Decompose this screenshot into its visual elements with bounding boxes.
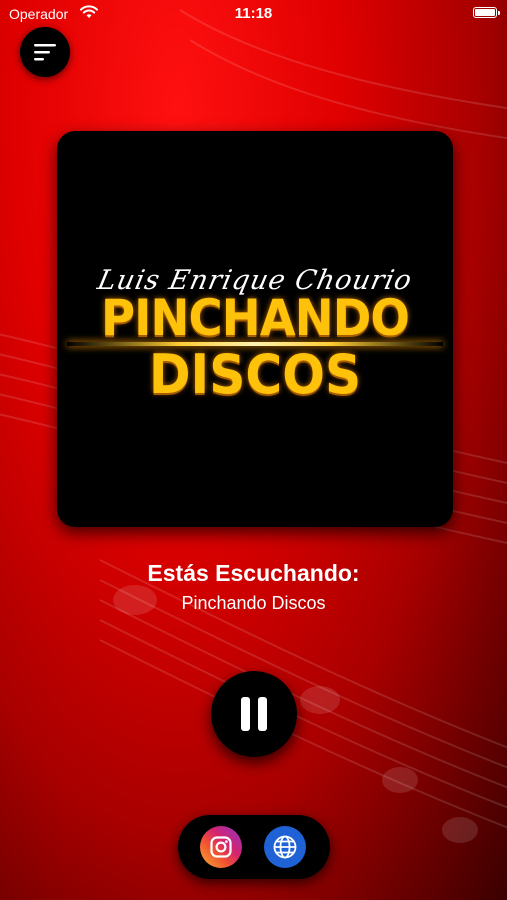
now-playing-title: Estás Escuchando: — [147, 560, 360, 586]
album-art: Luis Enrique Chourio PINCHANDO DISCOS — [57, 131, 453, 527]
logo-line-2: DISCOS — [148, 343, 362, 406]
logo-line-1: PINCHANDO — [100, 289, 410, 347]
menu-button[interactable] — [20, 27, 70, 77]
social-links-bar — [178, 815, 330, 879]
website-button[interactable] — [264, 826, 306, 868]
pause-icon-bar — [258, 697, 267, 731]
menu-icon — [34, 44, 56, 61]
station-name: Pinchando Discos — [181, 593, 326, 613]
pause-button[interactable] — [211, 671, 297, 757]
instagram-icon — [210, 836, 232, 858]
clock-time: 11:18 — [234, 5, 273, 22]
status-bar: Operador 11:18 — [0, 0, 507, 28]
globe-icon — [273, 835, 297, 859]
pause-icon — [241, 697, 250, 731]
battery-icon — [473, 7, 500, 18]
instagram-button[interactable] — [200, 826, 242, 868]
